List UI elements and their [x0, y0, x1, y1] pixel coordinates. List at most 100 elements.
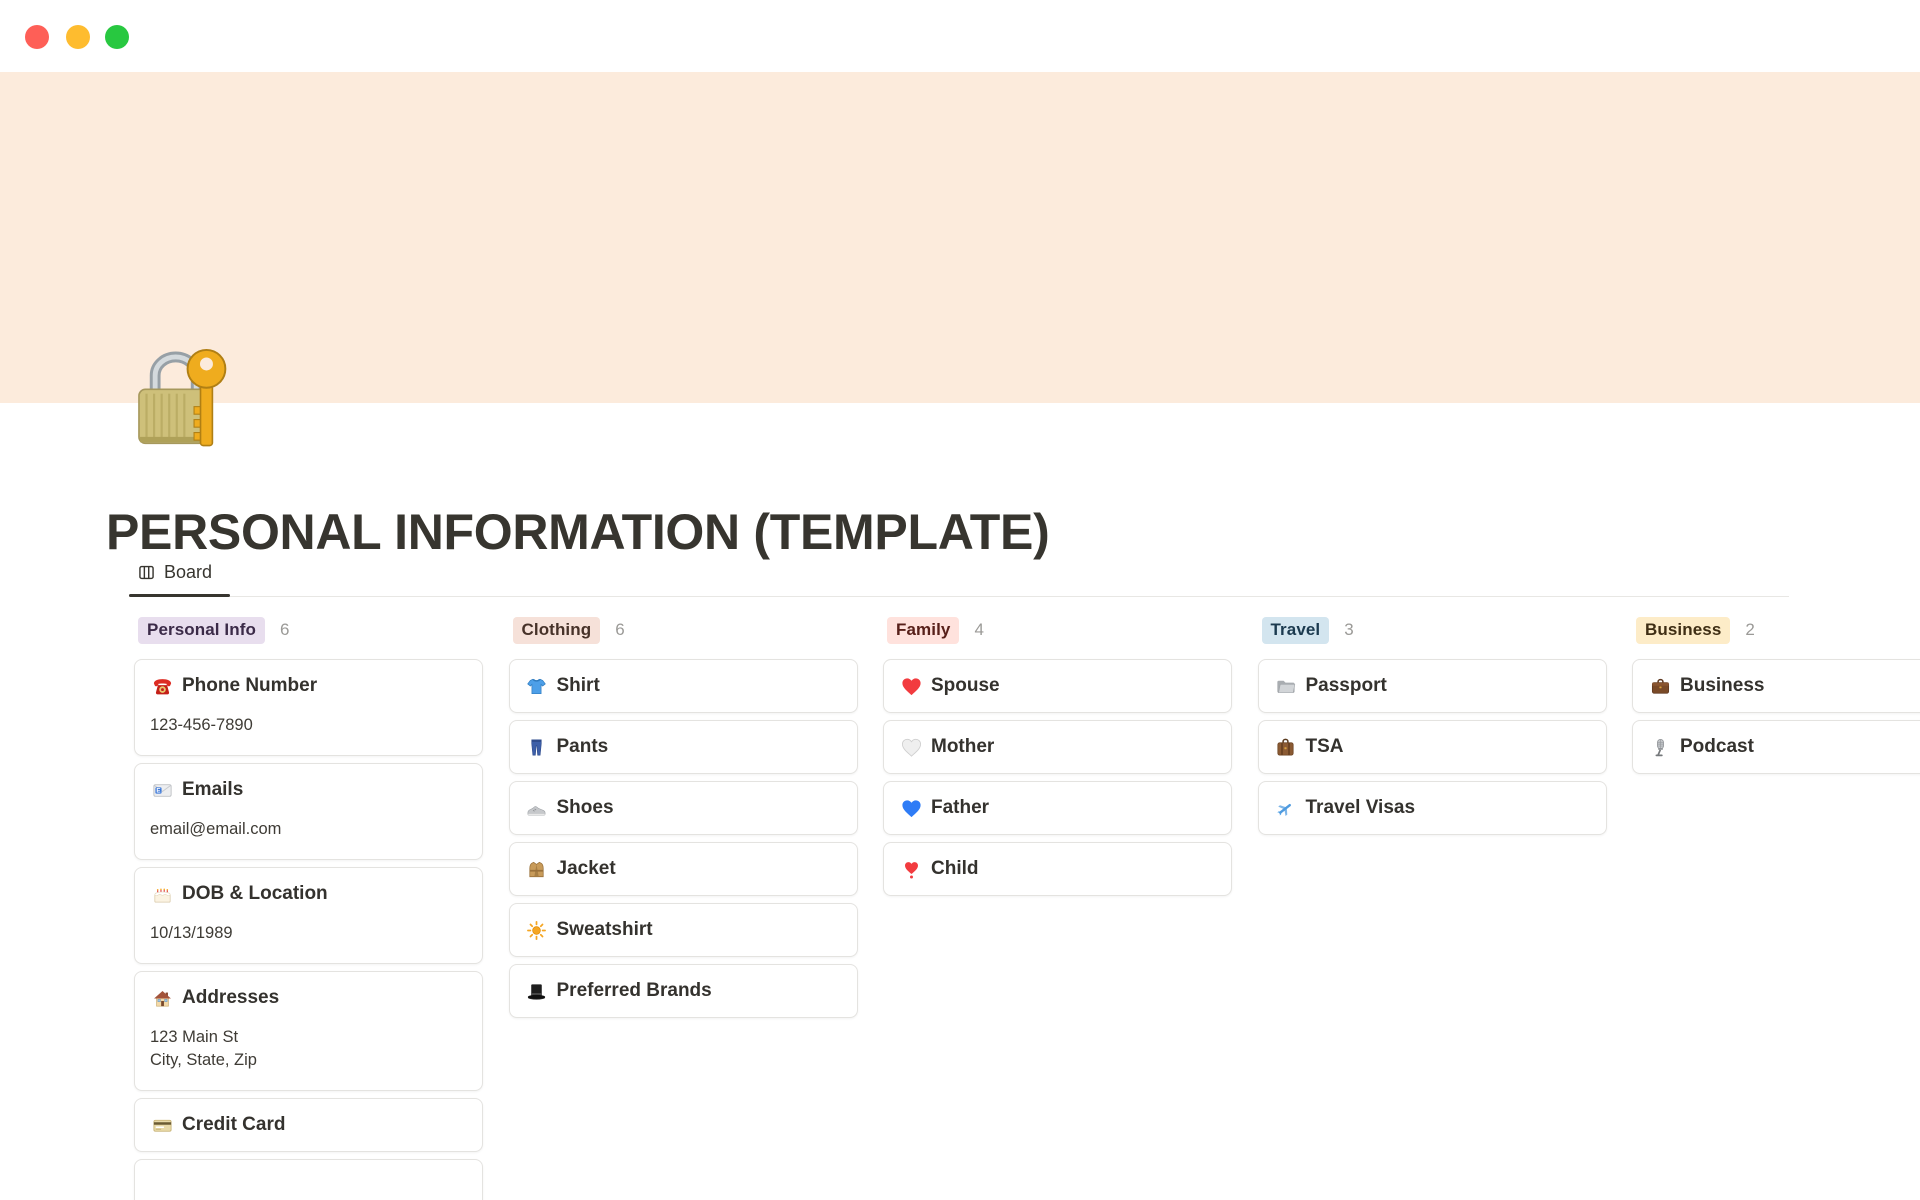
- email-icon: E: [150, 778, 174, 802]
- column-cards: Spouse Mother Father Child: [883, 659, 1232, 896]
- card-title-row: Jacket: [525, 856, 842, 882]
- column-cards: Passport TSA Travel Visas: [1257, 659, 1607, 835]
- board-card[interactable]: Shoes: [508, 781, 858, 835]
- board-card[interactable]: Shirt: [508, 659, 858, 713]
- card-title-row: Father: [899, 795, 1216, 821]
- column-tag-label: Family: [896, 620, 951, 639]
- white-heart-icon: [899, 735, 923, 759]
- card-title: Addresses: [182, 987, 280, 1008]
- card-title-row: DOB & Location: [150, 881, 467, 907]
- card-title: Spouse: [931, 675, 1000, 696]
- card-body: 123 Main St City, State, Zip: [150, 1026, 467, 1072]
- column-tag-label: Travel: [1270, 620, 1321, 639]
- card-title: Shirt: [556, 675, 600, 696]
- card-title-row: Podcast: [1648, 734, 1920, 760]
- board-card[interactable]: Addresses 123 Main St City, State, Zip: [134, 971, 483, 1091]
- board-card[interactable]: [134, 1159, 483, 1200]
- card-title: TSA: [1305, 736, 1344, 757]
- column-tag[interactable]: Family: [887, 616, 960, 644]
- board-card[interactable]: Pants: [508, 720, 858, 774]
- card-body-line: 123 Main St: [150, 1028, 239, 1046]
- jeans-icon: [525, 735, 549, 759]
- board-card[interactable]: Preferred Brands: [508, 964, 858, 1018]
- card-title: Father: [931, 797, 990, 818]
- card-body-line: email@email.com: [150, 820, 282, 838]
- board-card[interactable]: Sweatshirt: [508, 903, 858, 957]
- notion-window: PERSONAL INFORMATION (TEMPLATE) Board Pe…: [0, 0, 1920, 1200]
- blue-heart-icon: [899, 796, 923, 820]
- column-header: Personal Info 6: [138, 616, 483, 644]
- column-header: Family 4: [887, 616, 1232, 644]
- card-title-row: Credit Card: [150, 1112, 467, 1138]
- board-card[interactable]: Passport: [1257, 659, 1607, 713]
- column-count: 6: [280, 620, 290, 639]
- card-title-row: E Emails: [150, 777, 467, 803]
- heart-exclamation-icon: [899, 857, 923, 881]
- card-title-row: Child: [899, 856, 1216, 882]
- card-title-row: [150, 1173, 467, 1199]
- board-column-clothing: Clothing 6 Shirt Pants Shoes Jacket Swea…: [508, 616, 858, 1025]
- sun-icon: [525, 918, 549, 942]
- board-card[interactable]: Child: [883, 842, 1232, 896]
- card-title: Sweatshirt: [556, 919, 653, 940]
- column-cards: Shirt Pants Shoes Jacket Sweatshirt Pref…: [508, 659, 858, 1018]
- card-title-row: Preferred Brands: [525, 978, 842, 1004]
- card-title-row: Sweatshirt: [525, 917, 842, 943]
- card-body-line: City, State, Zip: [150, 1051, 257, 1069]
- red-telephone-icon: [150, 674, 174, 698]
- board-card[interactable]: Jacket: [508, 842, 858, 896]
- card-title: Pants: [556, 736, 609, 757]
- credit-card-icon: [150, 1113, 174, 1137]
- card-title-row: Phone Number: [150, 673, 467, 699]
- card-title: Jacket: [556, 858, 616, 879]
- column-tag[interactable]: Business: [1636, 616, 1731, 644]
- board-card[interactable]: DOB & Location 10/13/1989: [134, 867, 483, 964]
- card-title-row: TSA: [1274, 734, 1591, 760]
- card-title: Phone Number: [182, 675, 318, 696]
- board-card[interactable]: Mother: [883, 720, 1232, 774]
- board-column-family: Family 4 Spouse Mother Father Child: [883, 616, 1232, 903]
- board-column-travel: Travel 3 Passport TSA Travel Visas: [1257, 616, 1607, 842]
- column-header: Business 2: [1636, 616, 1920, 644]
- board-card[interactable]: Credit Card: [134, 1098, 483, 1152]
- board-card[interactable]: Phone Number 123-456-7890: [134, 659, 483, 756]
- coat-icon: [525, 857, 549, 881]
- card-title: Preferred Brands: [556, 980, 712, 1001]
- card-title: Emails: [182, 779, 244, 800]
- column-header: Travel 3: [1261, 616, 1607, 644]
- board-card[interactable]: Travel Visas: [1257, 781, 1607, 835]
- board-card[interactable]: Business: [1632, 659, 1920, 713]
- column-tag-label: Business: [1645, 620, 1722, 639]
- house-icon: [150, 986, 174, 1010]
- card-title: Credit Card: [182, 1114, 286, 1135]
- board: Personal Info 6 Phone Number 123-456-789…: [0, 0, 1920, 1200]
- red-heart-icon: [899, 674, 923, 698]
- column-tag-label: Personal Info: [147, 620, 256, 639]
- board-card[interactable]: Father: [883, 781, 1232, 835]
- card-title-row: Shoes: [525, 795, 842, 821]
- card-body: 10/13/1989: [150, 922, 467, 945]
- card-title: Podcast: [1680, 736, 1754, 757]
- card-title-row: Travel Visas: [1274, 795, 1591, 821]
- card-title: DOB & Location: [182, 883, 328, 904]
- card-title-row: Shirt: [525, 673, 842, 699]
- card-title: Travel Visas: [1305, 797, 1416, 818]
- board-card[interactable]: TSA: [1257, 720, 1607, 774]
- column-header: Clothing 6: [512, 616, 858, 644]
- board-card[interactable]: E Emails email@email.com: [134, 763, 483, 860]
- board-card[interactable]: Spouse: [883, 659, 1232, 713]
- card-title: Shoes: [556, 797, 614, 818]
- column-tag[interactable]: Personal Info: [138, 616, 265, 644]
- board-card[interactable]: Podcast: [1632, 720, 1920, 774]
- board-column-personal-info: Personal Info 6 Phone Number 123-456-789…: [134, 616, 483, 1200]
- column-tag-label: Clothing: [521, 620, 592, 639]
- folder-icon: [1274, 674, 1298, 698]
- airplane-icon: [1274, 796, 1298, 820]
- column-tag[interactable]: Travel: [1261, 616, 1330, 644]
- svg-text:E: E: [156, 787, 160, 794]
- column-count: 4: [974, 620, 984, 639]
- card-title: Business: [1680, 675, 1765, 696]
- card-title-row: Spouse: [899, 673, 1216, 699]
- column-tag[interactable]: Clothing: [512, 616, 601, 644]
- card-body: 123-456-7890: [150, 714, 467, 737]
